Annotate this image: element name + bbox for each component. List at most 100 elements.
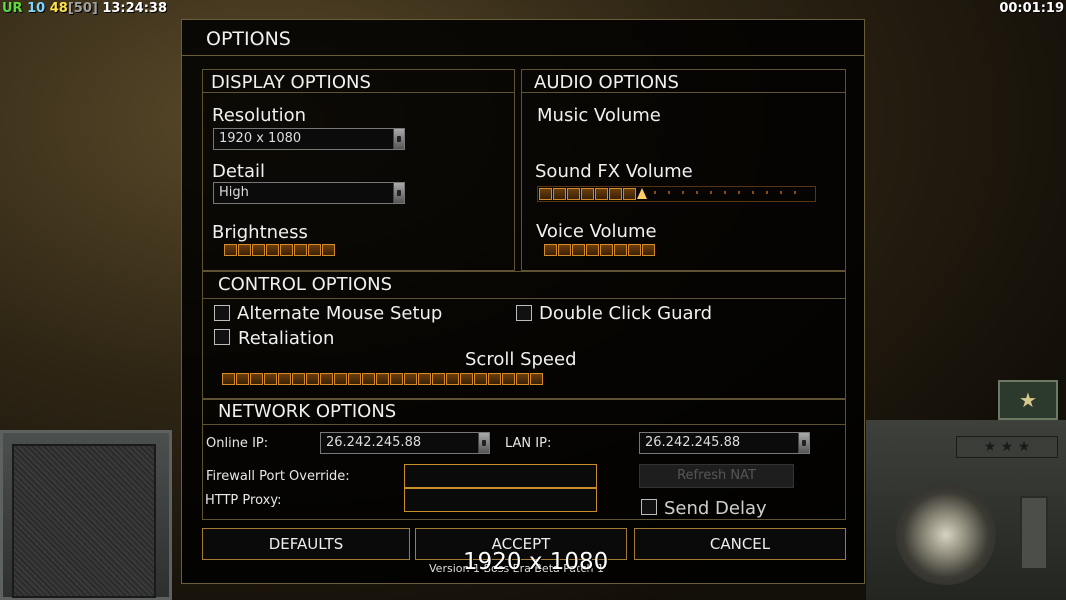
hud-clock: 13:24:38 [102, 1, 168, 16]
cancel-button[interactable]: CANCEL [634, 528, 846, 560]
dropdown-arrow-icon[interactable] [393, 129, 404, 149]
detail-select[interactable]: High [213, 182, 405, 204]
resolution-select[interactable]: 1920 x 1080 [213, 128, 405, 150]
resolution-label: Resolution [212, 105, 307, 126]
slider-segment [250, 373, 263, 385]
http-proxy-label: HTTP Proxy: [205, 493, 282, 508]
send-delay-label: Send Delay [664, 498, 767, 519]
http-proxy-input[interactable] [404, 488, 597, 512]
slider-tick [648, 188, 661, 200]
resolution-overlay-text: 1920 x 1080 [463, 549, 609, 575]
firewall-port-input[interactable] [404, 464, 597, 488]
slider-segment [432, 373, 445, 385]
hud-stat-2: 48 [49, 1, 68, 16]
slider-segment [376, 373, 389, 385]
slider-tick [676, 188, 689, 200]
defaults-button[interactable]: DEFAULTS [202, 528, 410, 560]
control-options-title: CONTROL OPTIONS [218, 274, 393, 295]
slider-segment [544, 244, 557, 256]
slider-thumb-icon[interactable] [637, 188, 647, 200]
send-delay-checkbox[interactable] [641, 499, 657, 515]
retaliation-checkbox[interactable] [214, 329, 230, 345]
hud-stat-1: 10 [27, 1, 46, 16]
slider-segment [320, 373, 333, 385]
lan-ip-select[interactable]: 26.242.245.88 [639, 432, 810, 454]
slider-segment [404, 373, 417, 385]
slider-segment [567, 188, 580, 200]
slider-segment [595, 188, 608, 200]
detail-label: Detail [212, 161, 266, 182]
slider-segment [292, 373, 305, 385]
slider-segment [516, 373, 529, 385]
slider-segment [238, 244, 251, 256]
slider-segment [236, 373, 249, 385]
dropdown-arrow-icon[interactable] [478, 433, 489, 453]
online-ip-select[interactable]: 26.242.245.88 [320, 432, 490, 454]
hud-tag: UR [2, 1, 23, 16]
dialog-title: OPTIONS [206, 28, 291, 50]
double-click-guard-checkbox[interactable] [516, 305, 532, 321]
slider-segment [280, 244, 293, 256]
online-ip-label: Online IP: [206, 436, 269, 451]
slider-segment [460, 373, 473, 385]
alternate-mouse-label: Alternate Mouse Setup [237, 303, 443, 324]
music-volume-label: Music Volume [537, 105, 661, 126]
music-volume-slider[interactable] [538, 128, 816, 142]
retaliation-label: Retaliation [238, 328, 335, 349]
display-options-title: DISPLAY OPTIONS [211, 72, 371, 93]
slider-segment [600, 244, 613, 256]
brightness-slider[interactable] [224, 244, 335, 258]
slider-segment [474, 373, 487, 385]
lan-ip-value: 26.242.245.88 [645, 435, 741, 450]
refresh-nat-button[interactable]: Refresh NAT [639, 464, 794, 488]
slider-segment [539, 188, 552, 200]
detail-value: High [219, 185, 249, 200]
slider-segment [252, 244, 265, 256]
slider-segment [334, 373, 347, 385]
firewall-port-label: Firewall Port Override: [206, 469, 350, 484]
slider-segment [264, 373, 277, 385]
slider-segment [306, 373, 319, 385]
slider-tick [704, 188, 717, 200]
slider-segment [572, 244, 585, 256]
slider-segment [623, 188, 636, 200]
game-timer: 00:01:19 [999, 1, 1064, 16]
slider-tick [746, 188, 759, 200]
brightness-label: Brightness [212, 222, 308, 243]
slider-segment [322, 244, 335, 256]
audio-options-title: AUDIO OPTIONS [534, 72, 679, 93]
dropdown-arrow-icon[interactable] [798, 433, 809, 453]
slider-segment [418, 373, 431, 385]
resolution-value: 1920 x 1080 [219, 131, 302, 146]
slider-tick [732, 188, 745, 200]
sfx-volume-slider[interactable] [537, 186, 816, 202]
slider-segment [558, 244, 571, 256]
alternate-mouse-checkbox[interactable] [214, 305, 230, 321]
slider-tick [760, 188, 773, 200]
slider-segment [628, 244, 641, 256]
slider-segment [488, 373, 501, 385]
scroll-speed-label: Scroll Speed [465, 349, 577, 370]
slider-tick [774, 188, 787, 200]
scroll-speed-slider[interactable] [222, 373, 543, 387]
slider-segment [278, 373, 291, 385]
slider-segment [614, 244, 627, 256]
voice-volume-slider[interactable] [544, 244, 655, 258]
slider-segment [390, 373, 403, 385]
dropdown-arrow-icon[interactable] [393, 183, 404, 203]
radar-knob [896, 485, 996, 585]
lan-ip-label: LAN IP: [505, 436, 552, 451]
hud-stat-3: [50] [67, 1, 98, 16]
slider-segment [222, 373, 235, 385]
sfx-volume-label: Sound FX Volume [535, 161, 693, 182]
slider-segment [266, 244, 279, 256]
hud-stats: UR 10 48[50] 13:24:38 [2, 1, 167, 16]
slider-segment [294, 244, 307, 256]
rank-stars-icon: ★ ★ ★ [956, 436, 1058, 458]
rank-star-icon: ★ [998, 380, 1058, 420]
slider-segment [348, 373, 361, 385]
double-click-guard-label: Double Click Guard [539, 303, 713, 324]
slider-segment [553, 188, 566, 200]
slider-segment [586, 244, 599, 256]
slider-segment [581, 188, 594, 200]
